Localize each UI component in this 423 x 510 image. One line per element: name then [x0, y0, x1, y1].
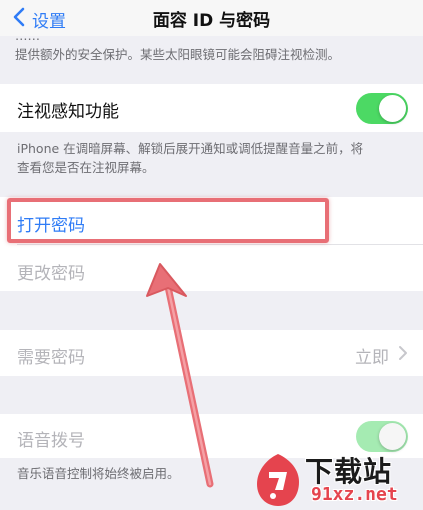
watermark-url: 91xz.net	[311, 484, 398, 505]
watermark-logo-icon	[257, 454, 299, 506]
site-watermark: 下载站 91xz.net	[253, 448, 423, 510]
annotation-arrow-icon	[146, 263, 214, 488]
